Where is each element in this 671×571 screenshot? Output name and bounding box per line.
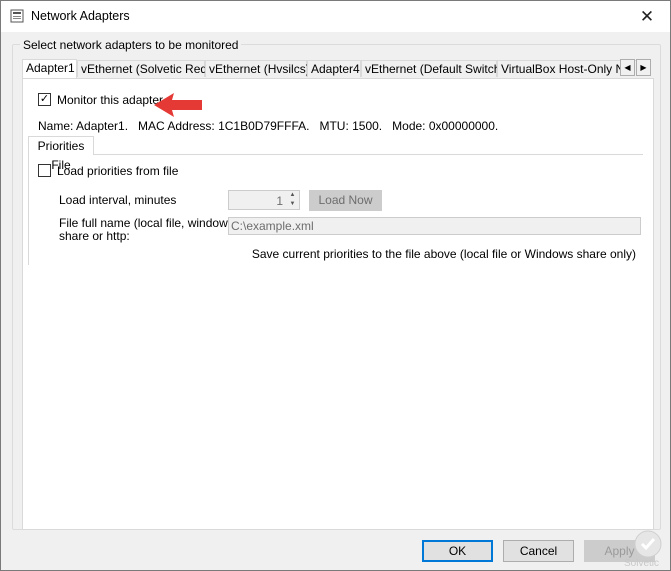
adapter-tab-panel xyxy=(22,78,654,530)
tab-vethernet-solvetic-red[interactable]: vEthernet (Solvetic Red) xyxy=(77,60,211,77)
adapter-tabs: Adapter1 vEthernet (Solvetic Red) vEther… xyxy=(22,59,642,78)
tab-adapter1[interactable]: Adapter1 xyxy=(22,59,77,78)
load-interval-label: Load interval, minutes xyxy=(59,193,177,207)
monitor-adapter-label: Monitor this adapter xyxy=(57,93,164,107)
file-path-input[interactable]: C:\example.xml xyxy=(228,217,641,235)
tab-adapter4[interactable]: Adapter4 xyxy=(307,60,361,77)
adapter-info-text: Name: Adapter1. MAC Address: 1C1B0D79FFF… xyxy=(38,119,499,133)
tab-scroll-left-icon[interactable]: ◀ xyxy=(620,59,635,76)
load-priorities-checkbox[interactable] xyxy=(38,164,51,177)
save-priorities-link[interactable]: Save current priorities to the file abov… xyxy=(252,247,636,261)
red-arrow-annotation xyxy=(154,93,202,117)
close-icon[interactable]: ✕ xyxy=(624,1,670,32)
tab-priorities-file[interactable]: Priorities File xyxy=(28,136,94,172)
window-title: Network Adapters xyxy=(31,9,130,23)
svg-text:Solvetic: Solvetic xyxy=(624,558,659,569)
monitor-adapter-checkbox[interactable]: ✓ xyxy=(38,93,51,106)
tab-vethernet-hvsilcs[interactable]: vEthernet (Hvsilcs) xyxy=(205,60,310,77)
title-bar: Network Adapters ✕ xyxy=(1,1,670,32)
tab-scroll-buttons: ◀ ▶ xyxy=(620,59,652,76)
stepper-arrows-icon[interactable]: ▲ ▼ xyxy=(286,191,299,209)
watermark-logo: Solvetic xyxy=(624,530,662,569)
ok-button[interactable]: OK xyxy=(422,540,493,562)
file-name-label-line2: share or http: xyxy=(59,229,130,243)
load-priorities-label: Load priorities from file xyxy=(57,164,179,178)
tab-scroll-right-icon[interactable]: ▶ xyxy=(636,59,651,76)
load-now-button[interactable]: Load Now xyxy=(309,190,382,211)
group-label: Select network adapters to be monitored xyxy=(20,38,242,52)
load-interval-stepper[interactable]: 1 ▲ ▼ xyxy=(228,190,300,210)
app-icon xyxy=(10,9,24,23)
file-name-label-line1: File full name (local file, windows xyxy=(59,216,234,230)
load-interval-value: 1 xyxy=(276,194,283,208)
cancel-button[interactable]: Cancel xyxy=(503,540,574,562)
tab-vethernet-default-switch[interactable]: vEthernet (Default Switch) xyxy=(361,60,504,77)
